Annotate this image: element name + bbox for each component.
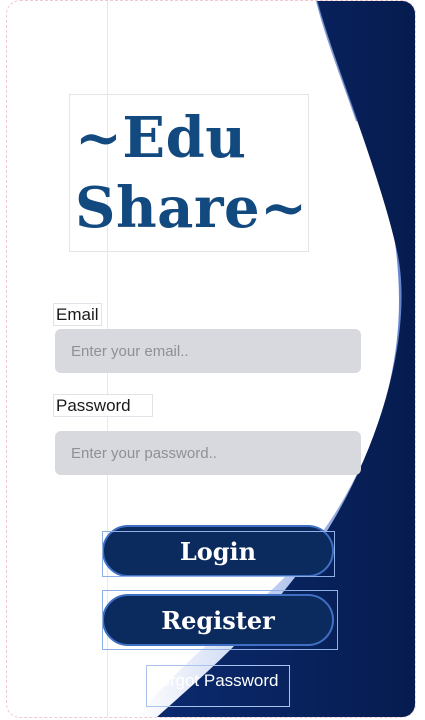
logo-line-1: ~Edu (75, 105, 247, 171)
email-field[interactable] (55, 329, 361, 373)
logo-line-2: Share~ (75, 175, 308, 241)
app-logo: ~Edu Share~ (75, 103, 355, 243)
app-window: ~Edu Share~ Email Password Login Registe… (6, 0, 416, 718)
password-label: Password (53, 394, 153, 417)
forgot-password-link[interactable]: Forgot Password (146, 665, 290, 707)
login-button[interactable]: Login (102, 525, 334, 577)
email-label: Email (53, 303, 102, 326)
register-button[interactable]: Register (102, 594, 334, 646)
password-field[interactable] (55, 431, 361, 475)
